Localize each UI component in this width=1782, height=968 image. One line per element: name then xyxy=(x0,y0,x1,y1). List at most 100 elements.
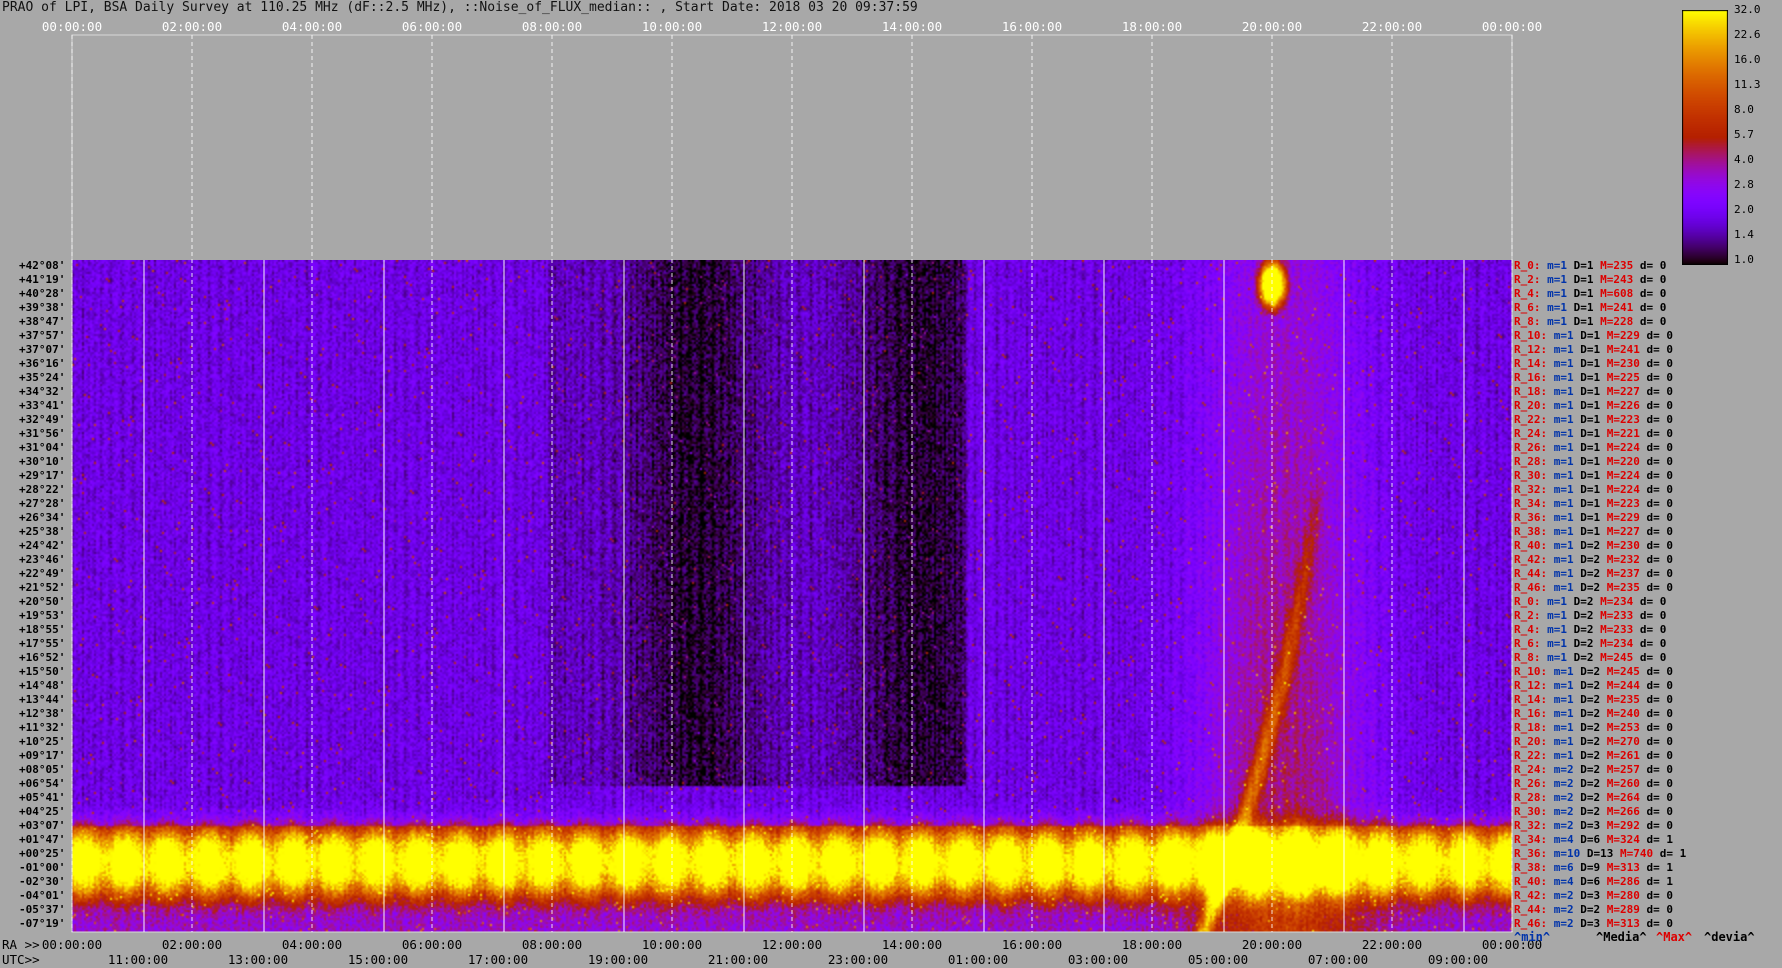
stat-d: d= 0 xyxy=(1646,483,1680,496)
top-tick-label: 14:00:00 xyxy=(881,19,943,34)
declination-label: +19°53' xyxy=(19,609,66,622)
stat-d: d= 0 xyxy=(1646,693,1680,706)
stat-M: M=324 xyxy=(1606,833,1647,846)
utc-tick-label: 11:00:00 xyxy=(107,952,169,967)
stat-row: R_4: m=1 D=1 M=608 d= 0 xyxy=(1514,287,1673,300)
stat-r: R_34: xyxy=(1514,497,1554,510)
stat-m: m=2 xyxy=(1553,903,1581,916)
declination-label: +24°42' xyxy=(19,539,66,552)
declination-label: +37°07' xyxy=(19,343,66,356)
stat-D: D=1 xyxy=(1573,287,1601,300)
stat-m: m=1 xyxy=(1553,679,1581,692)
legend-media: ^Media^ xyxy=(1596,930,1647,944)
colorbar xyxy=(1682,10,1728,265)
stat-d: d= 0 xyxy=(1646,721,1680,734)
declination-label: +11°32' xyxy=(19,721,66,734)
stat-row: R_44: m=1 D=2 M=237 d= 0 xyxy=(1514,567,1680,580)
utc-tick-label: 05:00:00 xyxy=(1187,952,1249,967)
colorbar-tick: 16.0 xyxy=(1734,53,1761,66)
stat-r: R_22: xyxy=(1514,749,1554,762)
ra-tick-label: 06:00:00 xyxy=(401,937,463,952)
stat-row: R_36: m=1 D=1 M=229 d= 0 xyxy=(1514,511,1680,524)
ra-tick-label: 10:00:00 xyxy=(641,937,703,952)
stat-row: R_26: m=1 D=1 M=224 d= 0 xyxy=(1514,441,1680,454)
stat-d: d= 0 xyxy=(1639,637,1673,650)
utc-tick-label: 07:00:00 xyxy=(1307,952,1369,967)
stat-row: R_46: m=2 D=3 M=313 d= 0 xyxy=(1514,917,1680,930)
ra-tick-label: 02:00:00 xyxy=(161,937,223,952)
stat-D: D=2 xyxy=(1580,791,1607,804)
stat-m: m=1 xyxy=(1553,749,1581,762)
stat-d: d= 1 xyxy=(1646,875,1680,888)
stat-m: m=1 xyxy=(1547,595,1574,608)
declination-label: -04°01' xyxy=(19,889,66,902)
stat-D: D=6 xyxy=(1580,833,1607,846)
stat-d: d= 0 xyxy=(1646,455,1680,468)
stat-r: R_28: xyxy=(1514,455,1554,468)
stat-D: D=2 xyxy=(1580,665,1607,678)
stat-r: R_44: xyxy=(1514,903,1554,916)
stat-m: m=1 xyxy=(1553,441,1581,454)
stat-d: d= 0 xyxy=(1639,259,1673,272)
stat-r: R_32: xyxy=(1514,483,1554,496)
declination-label: +06°54' xyxy=(19,777,66,790)
declination-label: +31°04' xyxy=(19,441,66,454)
declination-label: +26°34' xyxy=(19,511,66,524)
ra-tick-label: 08:00:00 xyxy=(521,937,583,952)
stat-D: D=13 xyxy=(1586,847,1620,860)
stat-m: m=1 xyxy=(1553,385,1581,398)
stat-D: D=3 xyxy=(1580,917,1607,930)
stat-M: M=241 xyxy=(1606,343,1647,356)
stat-r: R_26: xyxy=(1514,441,1554,454)
stat-r: R_4: xyxy=(1514,287,1548,300)
stat-m: m=1 xyxy=(1553,497,1581,510)
stat-D: D=1 xyxy=(1580,441,1607,454)
stat-m: m=1 xyxy=(1553,511,1581,524)
top-tick-label: 22:00:00 xyxy=(1361,19,1423,34)
stat-r: R_44: xyxy=(1514,567,1554,580)
stat-M: M=233 xyxy=(1600,623,1640,636)
top-tick-label: 00:00:00 xyxy=(1481,19,1543,34)
top-tick-label: 20:00:00 xyxy=(1241,19,1303,34)
stat-row: R_38: m=1 D=1 M=227 d= 0 xyxy=(1514,525,1680,538)
stat-row: R_34: m=1 D=1 M=223 d= 0 xyxy=(1514,497,1680,510)
stat-M: M=225 xyxy=(1606,371,1647,384)
stat-d: d= 0 xyxy=(1646,441,1680,454)
stat-m: m=1 xyxy=(1553,427,1581,440)
stat-D: D=2 xyxy=(1580,567,1607,580)
declination-label: +10°25' xyxy=(19,735,66,748)
stat-d: d= 0 xyxy=(1646,917,1680,930)
stat-row: R_16: m=1 D=2 M=240 d= 0 xyxy=(1514,707,1680,720)
stat-m: m=2 xyxy=(1553,917,1581,930)
colorbar-tick: 32.0 xyxy=(1734,3,1761,16)
stat-D: D=2 xyxy=(1580,763,1607,776)
stat-r: R_14: xyxy=(1514,357,1554,370)
stat-r: R_46: xyxy=(1514,581,1554,594)
stat-row: R_28: m=2 D=2 M=264 d= 0 xyxy=(1514,791,1680,804)
stat-row: R_18: m=1 D=2 M=253 d= 0 xyxy=(1514,721,1680,734)
stat-r: R_28: xyxy=(1514,791,1554,804)
stat-d: d= 1 xyxy=(1659,847,1693,860)
top-tick-label: 00:00:00 xyxy=(41,19,103,34)
stat-M: M=235 xyxy=(1606,581,1647,594)
stat-row: R_38: m=6 D=9 M=313 d= 1 xyxy=(1514,861,1680,874)
stat-d: d= 0 xyxy=(1646,413,1680,426)
stat-m: m=1 xyxy=(1553,371,1581,384)
stat-d: d= 0 xyxy=(1639,623,1673,636)
stat-row: R_12: m=1 D=1 M=241 d= 0 xyxy=(1514,343,1680,356)
stat-D: D=2 xyxy=(1580,735,1607,748)
stat-row: R_0: m=1 D=2 M=234 d= 0 xyxy=(1514,595,1673,608)
stat-m: m=4 xyxy=(1553,833,1581,846)
stat-D: D=2 xyxy=(1580,553,1607,566)
stat-row: R_0: m=1 D=1 M=235 d= 0 xyxy=(1514,259,1673,272)
stat-row: R_8: m=1 D=2 M=245 d= 0 xyxy=(1514,651,1673,664)
stat-row: R_28: m=1 D=1 M=220 d= 0 xyxy=(1514,455,1680,468)
ra-tick-label: 16:00:00 xyxy=(1001,937,1063,952)
stat-D: D=2 xyxy=(1580,777,1607,790)
ra-tick-label: 14:00:00 xyxy=(881,937,943,952)
colorbar-tick: 5.7 xyxy=(1734,128,1754,141)
stat-D: D=1 xyxy=(1580,483,1607,496)
stat-D: D=1 xyxy=(1580,399,1607,412)
declination-label: +33°41' xyxy=(19,399,66,412)
colorbar-tick: 4.0 xyxy=(1734,153,1754,166)
